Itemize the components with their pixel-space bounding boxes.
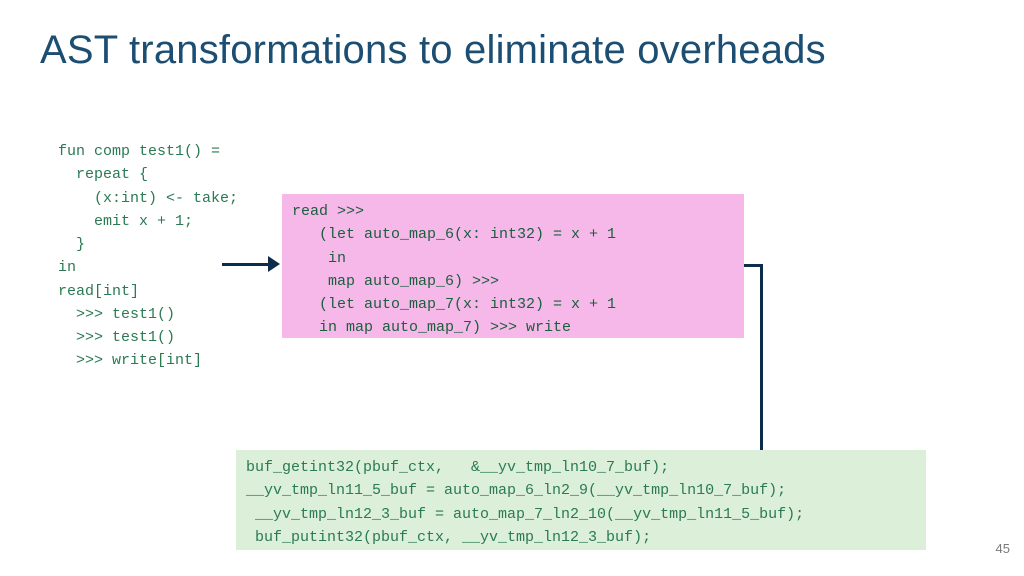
slide: AST transformations to eliminate overhea…: [0, 0, 1024, 576]
arrow-down-shaft: [760, 264, 763, 474]
arrow-shaft: [222, 263, 270, 266]
output-code-block: buf_getint32(pbuf_ctx, &__yv_tmp_ln10_7_…: [236, 450, 926, 550]
arrow-head: [268, 256, 280, 272]
page-number: 45: [996, 541, 1010, 556]
slide-title: AST transformations to eliminate overhea…: [40, 28, 826, 73]
arrow-right-icon: [222, 255, 282, 275]
intermediate-code-block: read >>> (let auto_map_6(x: int32) = x +…: [282, 194, 744, 338]
